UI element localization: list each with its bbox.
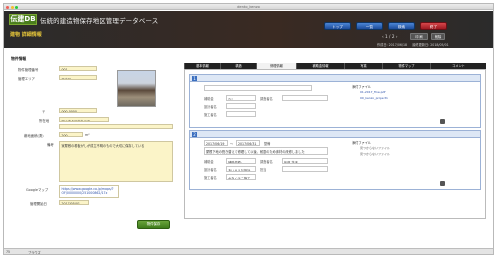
address-extra-field[interactable] (59, 124, 173, 129)
repair-record-header: 1 (190, 75, 480, 82)
created-date: 作成日: 2017/06/18 (377, 43, 408, 47)
field-label: 備考 (47, 143, 54, 147)
field-label: 設計者名 (204, 105, 217, 109)
area-field[interactable]: 西地区 (59, 75, 97, 80)
current-record: 1 (385, 34, 388, 39)
field-label: 補助金 (204, 160, 214, 164)
notes-field[interactable]: 家屋敷の看板がしが成立不明のもので大切に保存している (59, 141, 173, 182)
constructor-field[interactable] (226, 111, 256, 117)
field-label: 施工者名 (204, 176, 217, 180)
attachment-link[interactable]: 00_kenzo_project1 (360, 96, 388, 100)
property-id-field[interactable]: 001 (59, 66, 97, 71)
attachment-link[interactable]: 見つからないファイル (360, 152, 390, 156)
repair-record-1: 1 補助金 なし 調査者名 設計者名 施工者名 添付ファイル 01-2017_f… (189, 74, 481, 128)
field-label: 管理開始日 (30, 202, 47, 206)
field-label: 担当 (260, 168, 267, 172)
repair-record-2: 2 2017/06/19 〜 2017/06/31 整備 屋根下地の葺き替えて修… (189, 130, 481, 190)
field-label: 整備 (264, 142, 271, 146)
save-property-button[interactable]: 物件保存 (137, 220, 170, 229)
field-label: Googleマップ (26, 188, 49, 192)
window-title: dento_kenzo (237, 5, 260, 9)
database-title: 伝統的建造物保存地区管理データベース (40, 17, 159, 25)
field-label: 補助金 (204, 97, 214, 101)
subsidy-field[interactable]: なし (226, 95, 256, 101)
repair-date-field[interactable] (204, 85, 312, 91)
title-bar: dento_kenzo (4, 4, 493, 10)
record-number-2: 2 (192, 132, 197, 137)
trash-icon[interactable] (440, 119, 445, 124)
record-pager: ‹ 1 / 2 › (382, 34, 398, 39)
page-subtitle: 建物 詳細情報 (10, 32, 42, 38)
mode-indicator: ブラウズ (28, 250, 41, 255)
attachment-link[interactable]: 見つからないファイル (360, 146, 390, 150)
designer-field[interactable] (226, 103, 256, 109)
zoom-level[interactable]: 75 (6, 250, 10, 254)
field-label: 調査者名 (260, 97, 273, 101)
search-button[interactable]: 検索 (388, 22, 415, 30)
list-button[interactable]: 一覧 (356, 22, 383, 30)
staff-field[interactable] (282, 166, 328, 172)
address-field[interactable]: 岡山市北区本丸三丁 (59, 117, 109, 122)
app-logo: 伝建DB (9, 14, 37, 25)
field-label: 物件管理番号 (18, 68, 39, 72)
record-dates: 作成日: 2017/06/18 最終更新日: 2018/05/01 (377, 42, 449, 47)
management-start-field[interactable]: 2017/05/01 (59, 200, 89, 205)
repair-record-header: 2 (190, 131, 480, 138)
updated-date: 最終更新日: 2018/05/01 (412, 43, 449, 47)
field-label: 施工者名 (204, 113, 217, 117)
field-label: 管理エリア (18, 77, 35, 81)
status-bar: 75 ブラウズ (4, 248, 493, 254)
date-to-field[interactable]: 2017/06/31 (236, 140, 260, 146)
repair-panel: 1 補助金 なし 調査者名 設計者名 施工者名 添付ファイル 01-2017_f… (184, 69, 486, 219)
area-unit: m² (85, 133, 90, 137)
delete-button[interactable]: 削除 (431, 33, 445, 40)
inspector-field[interactable] (282, 95, 328, 101)
total-records: 2 (391, 34, 395, 39)
inspector-field[interactable]: 矢部 花子 (282, 158, 328, 164)
property-photo[interactable] (117, 70, 156, 107)
field-label: 〒 (42, 110, 46, 114)
top-button[interactable]: トップ (324, 22, 351, 30)
attachments-title: 添付ファイル (352, 141, 372, 145)
property-section-title: 物件情報 (11, 56, 27, 61)
print-button[interactable]: 印 刷 (410, 33, 428, 40)
next-record-button[interactable]: › (396, 34, 398, 39)
site-area-field[interactable]: 200 (59, 132, 83, 137)
field-label: 敷地面積(測) (24, 134, 44, 138)
app-header: 伝建DB 伝統的建造物保存地区管理データベース 建物 詳細情報 トップ 一覧 検… (4, 11, 493, 48)
prev-record-button[interactable]: ‹ (382, 34, 384, 39)
trash-icon[interactable] (440, 181, 445, 186)
constructor-field[interactable]: かきくけこ施工 (226, 174, 256, 180)
field-label: 所在地 (39, 119, 50, 123)
google-map-link[interactable]: https://www.google.co.jp/maps/?OF/000000… (59, 185, 119, 198)
attachments-title: 添付ファイル (352, 85, 372, 89)
app-window: dento_kenzo 伝建DB 伝統的建造物保存地区管理データベース 建物 詳… (3, 3, 494, 255)
postal-code-field[interactable]: 000-0000 (59, 108, 97, 113)
record-number-1: 1 (192, 76, 197, 81)
date-from-field[interactable]: 2017/06/19 (204, 140, 228, 146)
summary-field[interactable]: 屋根下地の葺き替えて修理して以後、耐震のため床材の改修しました (204, 147, 328, 155)
field-label: 調査者名 (260, 160, 273, 164)
field-label: 設計者名 (204, 168, 217, 172)
designer-field[interactable]: あいうえお設計 (226, 166, 256, 172)
close-app-button[interactable]: 終了 (420, 22, 447, 30)
subsidy-amount-field[interactable]: 補助金額: 3,000,000円 (226, 158, 256, 164)
attachment-link[interactable]: 01-2017_fine.pdf (360, 90, 386, 94)
